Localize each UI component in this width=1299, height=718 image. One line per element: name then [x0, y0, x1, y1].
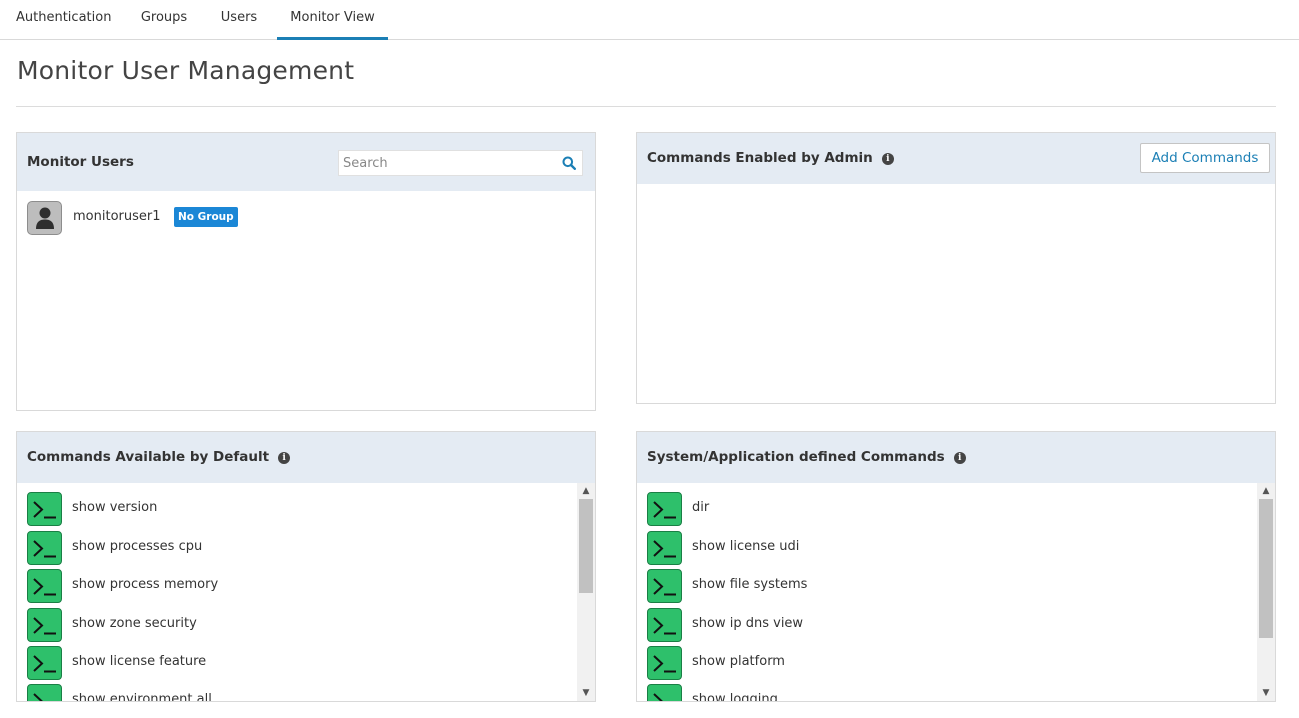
page-title: Monitor User Management — [17, 56, 355, 85]
user-name: monitoruser1 — [73, 209, 161, 224]
scrollbar-thumb[interactable] — [1259, 499, 1273, 638]
tab-bar: Authentication Groups Users Monitor View — [0, 0, 1299, 40]
panel-title: Commands Enabled by Admin i — [647, 150, 894, 166]
info-icon[interactable]: i — [881, 153, 894, 165]
panel-header: Commands Enabled by Admin i Add Commands — [637, 133, 1275, 184]
terminal-icon — [27, 608, 62, 642]
user-avatar-icon — [27, 201, 62, 235]
command-list: show version show processes cpu show pro… — [17, 483, 577, 701]
scrollbar[interactable]: ▲ ▼ — [1257, 483, 1275, 701]
command-label: dir — [692, 500, 710, 515]
terminal-icon — [27, 531, 62, 565]
panel-title-text: System/Application defined Commands — [647, 449, 945, 465]
terminal-icon — [647, 608, 682, 642]
divider — [16, 106, 1276, 107]
command-list: dir show license udi show file systems s… — [637, 483, 1257, 701]
scroll-up-icon[interactable]: ▲ — [577, 483, 595, 499]
terminal-icon — [27, 569, 62, 603]
terminal-icon — [27, 684, 62, 701]
tab-users[interactable]: Users — [220, 0, 258, 40]
scrollbar-thumb[interactable] — [579, 499, 593, 593]
scroll-up-icon[interactable]: ▲ — [1257, 483, 1275, 499]
terminal-icon — [647, 684, 682, 701]
terminal-icon — [647, 646, 682, 680]
panel-header: Monitor Users — [17, 133, 595, 191]
panel-title-text: Commands Enabled by Admin — [647, 150, 873, 166]
command-label: show license feature — [72, 654, 207, 669]
command-label: show ip dns view — [692, 616, 804, 631]
panel-header: System/Application defined Commands i — [637, 432, 1275, 483]
command-label: show zone security — [72, 616, 197, 631]
command-label: show logging — [692, 692, 778, 701]
search-field[interactable] — [338, 150, 583, 176]
group-badge: No Group — [174, 207, 238, 227]
panel-title: Commands Available by Default i — [27, 449, 291, 465]
add-commands-button[interactable]: Add Commands — [1140, 143, 1270, 173]
scroll-down-icon[interactable]: ▼ — [1257, 685, 1275, 701]
panel-title: Monitor Users — [27, 154, 134, 170]
tab-authentication[interactable]: Authentication — [16, 0, 111, 40]
command-label: show license udi — [692, 539, 800, 554]
default-commands-panel: Commands Available by Default i show vers… — [16, 431, 596, 702]
command-label: show process memory — [72, 577, 219, 592]
terminal-icon — [647, 492, 682, 526]
terminal-icon — [27, 646, 62, 680]
panel-header: Commands Available by Default i — [17, 432, 595, 483]
tab-groups[interactable]: Groups — [140, 0, 188, 40]
terminal-icon — [27, 492, 62, 526]
command-label: show processes cpu — [72, 539, 203, 554]
system-commands-panel: System/Application defined Commands i dir… — [636, 431, 1276, 702]
panel-title: System/Application defined Commands i — [647, 449, 966, 465]
tab-monitor-view[interactable]: Monitor View — [277, 0, 388, 40]
scrollbar[interactable]: ▲ ▼ — [577, 483, 595, 701]
terminal-icon — [647, 569, 682, 603]
info-icon[interactable]: i — [278, 452, 291, 464]
search-icon[interactable] — [562, 156, 576, 170]
command-label: show file systems — [692, 577, 808, 592]
terminal-icon — [647, 531, 682, 565]
command-label: show environment all — [72, 692, 212, 701]
panel-title-text: Commands Available by Default — [27, 449, 270, 465]
admin-commands-panel: Commands Enabled by Admin i Add Commands — [636, 132, 1276, 404]
monitor-users-panel: Monitor Users monitoruser1 No Group — [16, 132, 596, 411]
scroll-down-icon[interactable]: ▼ — [577, 685, 595, 701]
command-label: show platform — [692, 654, 785, 669]
info-icon[interactable]: i — [953, 452, 966, 464]
command-label: show version — [72, 500, 158, 515]
search-input[interactable] — [339, 151, 554, 175]
